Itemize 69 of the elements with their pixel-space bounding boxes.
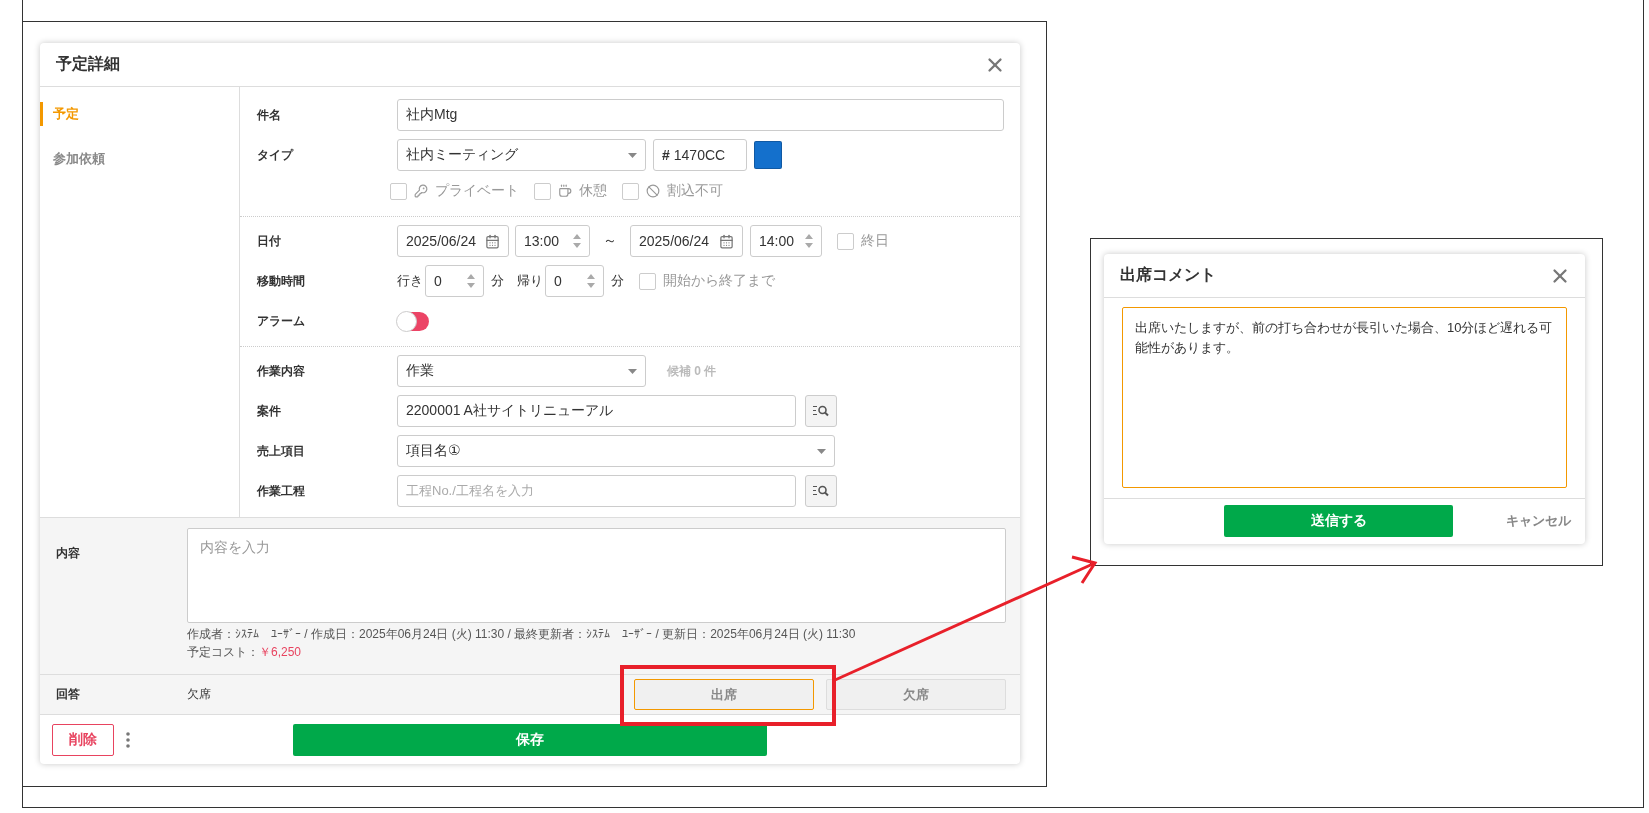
checkbox-label: 開始から終了まで bbox=[663, 272, 775, 290]
field-label: タイプ bbox=[257, 146, 295, 164]
spinner-icon[interactable] bbox=[587, 273, 595, 289]
time-field[interactable]: 14:00 bbox=[750, 225, 822, 257]
type-select[interactable]: 社内ミーティング bbox=[397, 139, 646, 171]
more-icon[interactable] bbox=[126, 731, 130, 748]
spinner-icon[interactable] bbox=[573, 233, 581, 249]
return-label: 帰り bbox=[517, 272, 543, 290]
dialog-title: 予定詳細 bbox=[56, 54, 120, 74]
field-label: 作業内容 bbox=[257, 362, 306, 380]
date-field[interactable]: 2025/06/24 bbox=[397, 225, 509, 257]
subject-field[interactable]: 社内Mtg bbox=[397, 99, 1004, 131]
unit-label: 分 bbox=[611, 272, 624, 290]
record-info: 作成者：ｼｽﾃﾑ ﾕｰｻﾞｰ / 作成日：2025年06月24日 (火) 11:30 / 最終更新者：ｼｽﾃﾑ ﾕｰｻﾞｰ / 更新日：2025年06月24日 (火) 11:30 bbox=[187, 626, 856, 644]
answer-value: 欠席 bbox=[187, 686, 211, 703]
field-label: 件名 bbox=[257, 106, 282, 124]
spinner-icon[interactable] bbox=[805, 233, 813, 249]
checkbox-label: 終日 bbox=[861, 232, 889, 250]
field-label: 日付 bbox=[257, 232, 282, 250]
alarm-toggle[interactable] bbox=[397, 311, 429, 331]
cancel-link[interactable]: キャンセル bbox=[1506, 512, 1571, 530]
work-select[interactable]: 作業 bbox=[397, 355, 646, 387]
unit-label: 分 bbox=[491, 272, 504, 290]
key-icon bbox=[414, 184, 428, 198]
calendar-icon[interactable] bbox=[719, 233, 734, 249]
field-label: 移動時間 bbox=[257, 272, 306, 290]
field-label: 案件 bbox=[257, 402, 282, 420]
field-label: 作業工程 bbox=[257, 482, 306, 500]
checkbox[interactable] bbox=[390, 182, 407, 200]
caret-icon bbox=[628, 368, 637, 374]
range-separator: ～ bbox=[603, 232, 617, 250]
checkbox[interactable] bbox=[622, 182, 639, 200]
delete-button[interactable]: 削除 bbox=[52, 723, 114, 756]
content-field[interactable]: 内容を入力 bbox=[187, 528, 1006, 623]
dialog-title: 出席コメント bbox=[1120, 265, 1216, 285]
minutes-field[interactable]: 0 bbox=[425, 265, 484, 297]
field-label: 回答 bbox=[56, 686, 81, 703]
caret-icon bbox=[628, 152, 637, 158]
checkbox[interactable] bbox=[534, 182, 551, 200]
date-field[interactable]: 2025/06/24 bbox=[630, 225, 743, 257]
calendar-icon[interactable] bbox=[485, 233, 500, 249]
comment-field[interactable]: 出席いたしますが、前の打ち合わせが長引いた場合、10分ほど遅れる可能性があります。 bbox=[1122, 307, 1567, 488]
field-label: アラーム bbox=[257, 312, 306, 330]
cost-value: ￥6,250 bbox=[259, 643, 302, 661]
candidate-count: 候補 0 件 bbox=[667, 362, 717, 380]
ban-icon bbox=[646, 184, 660, 198]
cost-label: 予定コスト： bbox=[187, 643, 259, 661]
checkbox-label: 割込不可 bbox=[667, 182, 723, 200]
field-label: 内容 bbox=[56, 545, 81, 562]
project-field[interactable]: 2200001 A社サイトリニューアル bbox=[397, 395, 796, 427]
cup-icon bbox=[558, 184, 572, 198]
checkbox[interactable] bbox=[837, 232, 854, 250]
checkbox[interactable] bbox=[639, 272, 656, 290]
search-icon bbox=[813, 485, 829, 497]
checkbox-label: 休憩 bbox=[579, 182, 607, 200]
sales-item-select[interactable]: 項目名① bbox=[397, 435, 835, 467]
search-icon bbox=[813, 405, 829, 417]
color-code-field[interactable]: # 1470CC bbox=[653, 139, 747, 171]
minutes-field[interactable]: 0 bbox=[545, 265, 604, 297]
go-label: 行き bbox=[397, 272, 423, 290]
caret-icon bbox=[817, 448, 826, 454]
checkbox-label: プライベート bbox=[435, 182, 519, 200]
search-button[interactable] bbox=[805, 395, 837, 427]
field-label: 売上項目 bbox=[257, 442, 306, 460]
color-swatch[interactable] bbox=[754, 141, 782, 169]
spinner-icon[interactable] bbox=[467, 273, 475, 289]
search-button[interactable] bbox=[805, 475, 837, 507]
sidebar-item[interactable]: 参加依頼 bbox=[40, 147, 239, 171]
time-field[interactable]: 13:00 bbox=[515, 225, 590, 257]
